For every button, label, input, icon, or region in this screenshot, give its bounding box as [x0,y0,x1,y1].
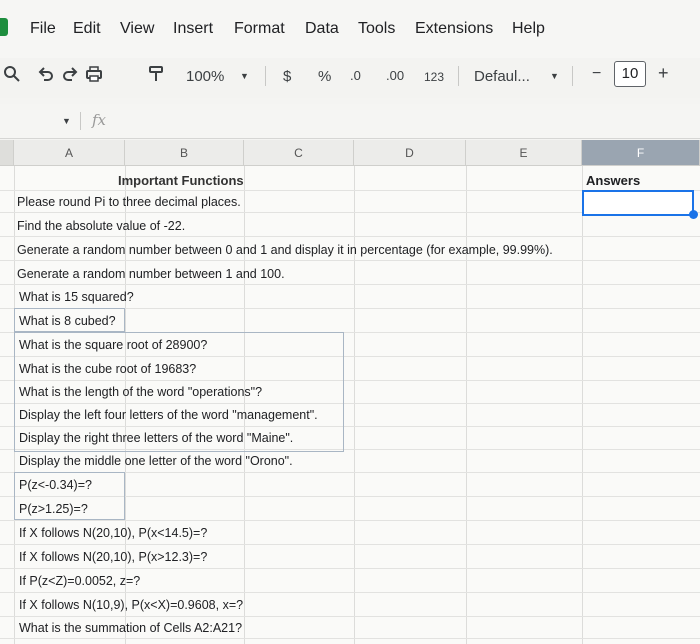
font-size-input[interactable]: 10 [614,61,646,87]
gridline [0,544,700,545]
decrease-font-size-button[interactable]: − [592,65,601,83]
gridline [0,260,700,261]
search-icon[interactable] [2,64,22,84]
column-header-c[interactable]: C [244,140,354,166]
gridline [354,166,355,644]
question-cell[interactable]: Find the absolute value of -22. [17,219,185,233]
question-cell[interactable]: What is the cube root of 19683? [19,362,196,376]
increase-font-size-button[interactable]: + [658,63,669,84]
question-cell[interactable]: What is the square root of 28900? [19,338,207,352]
fill-handle[interactable] [689,210,698,219]
question-cell[interactable]: Display the middle one letter of the wor… [19,454,293,468]
menu-edit[interactable]: Edit [73,20,101,38]
chevron-down-icon[interactable]: ▼ [62,116,71,126]
menu-file[interactable]: File [30,20,56,38]
chevron-down-icon[interactable]: ▼ [240,71,249,81]
chevron-down-icon[interactable]: ▼ [550,71,559,81]
question-cell[interactable]: Display the right three letters of the w… [19,431,293,445]
menu-bar: File Edit View Insert Format Data Tools … [0,0,700,58]
answers-header[interactable]: Answers [586,173,640,188]
question-cell[interactable]: If P(z<Z)=0.0052, z=? [19,574,140,588]
menu-tools[interactable]: Tools [358,20,395,38]
menu-data[interactable]: Data [305,20,339,38]
sheets-logo-icon[interactable] [0,18,8,36]
question-cell[interactable]: Generate a random number between 1 and 1… [17,267,285,281]
zoom-select[interactable]: 100% [186,68,224,85]
percent-format-button[interactable]: % [318,68,331,85]
column-header-a[interactable]: A [14,140,125,166]
undo-icon[interactable] [36,64,56,84]
question-cell[interactable]: If X follows N(20,10), P(x>12.3)=? [19,550,207,564]
question-cell[interactable]: If X follows N(10,9), P(x<X)=0.9608, x=? [19,598,243,612]
menu-format[interactable]: Format [234,20,285,38]
gridline [582,166,583,644]
gridline [0,568,700,569]
gridline [0,520,700,521]
redo-icon[interactable] [60,64,80,84]
font-family-select[interactable]: Defaul... [474,68,530,85]
more-formats-button[interactable]: 123 [424,70,444,84]
formula-divider [80,112,81,130]
column-header-b[interactable]: B [125,140,244,166]
column-header-d[interactable]: D [354,140,466,166]
question-cell[interactable]: If X follows N(20,10), P(x<14.5)=? [19,526,207,540]
question-cell[interactable]: Display the left four letters of the wor… [19,408,318,422]
column-header-f[interactable]: F [582,140,700,166]
formula-bar: ▼ fx [0,104,700,139]
decrease-decimal-button[interactable]: .0 [350,68,361,83]
question-cell[interactable]: Generate a random number between 0 and 1… [17,243,553,257]
menu-help[interactable]: Help [512,20,545,38]
selected-cell-f2[interactable] [582,190,694,216]
increase-decimal-button[interactable]: .00 [386,68,404,83]
menu-insert[interactable]: Insert [173,20,213,38]
gridline [0,638,700,639]
toolbar-divider [458,66,459,86]
select-all-corner[interactable] [0,140,14,166]
question-cell[interactable]: What is the summation of Cells A2:A21? [19,621,242,635]
question-cell[interactable]: What is 15 squared? [19,290,134,304]
toolbar-divider [572,66,573,86]
currency-format-button[interactable]: $ [283,68,291,85]
question-cell[interactable]: P(z>1.25)=? [19,502,88,516]
question-cell[interactable]: P(z<-0.34)=? [19,478,92,492]
gridline [0,284,700,285]
gridline [0,616,700,617]
gridline [466,166,467,644]
question-cell[interactable]: What is 8 cubed? [19,314,116,328]
gridline [0,592,700,593]
print-icon[interactable] [84,64,104,84]
sheet-title[interactable]: Important Functions [118,173,244,188]
paint-format-icon[interactable] [146,64,166,84]
question-cell[interactable]: Please round Pi to three decimal places. [17,195,241,209]
column-header-e[interactable]: E [466,140,582,166]
menu-view[interactable]: View [120,20,154,38]
fx-icon: fx [92,111,107,129]
spreadsheet-grid[interactable]: A B C D E F Important Functions Answers … [0,140,700,644]
toolbar-divider [265,66,266,86]
question-cell[interactable]: What is the length of the word "operatio… [19,385,262,399]
gridline [0,236,700,237]
menu-extensions[interactable]: Extensions [415,20,493,38]
